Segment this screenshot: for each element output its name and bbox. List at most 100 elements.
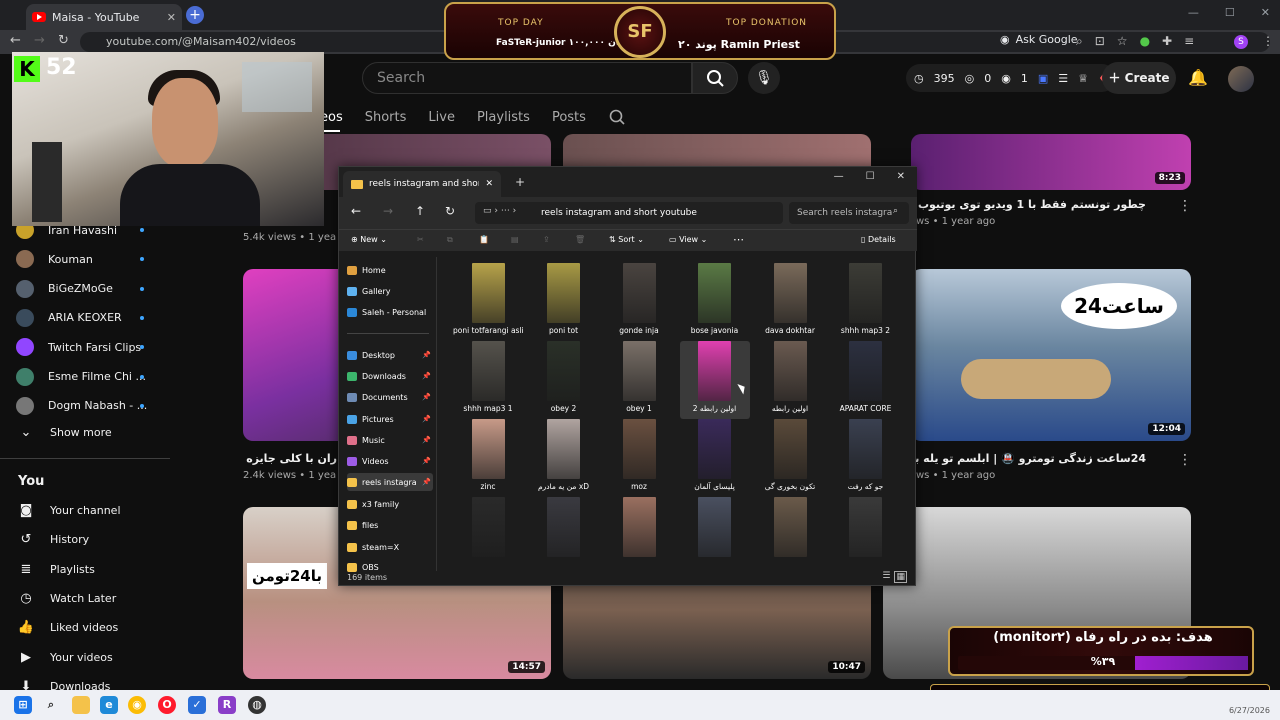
search-input[interactable]: Search	[362, 62, 692, 94]
browser-profile-avatar[interactable]: S	[1234, 35, 1248, 49]
more-options-icon[interactable]: ⋮	[1178, 198, 1192, 214]
nav-item[interactable]: Gallery	[347, 282, 433, 300]
tile-view-icon[interactable]: ▦	[894, 571, 907, 583]
file-item[interactable]: اولین رابطه	[755, 341, 825, 419]
file-item[interactable]: shhh map3 1	[453, 341, 523, 419]
sidebar-item-subscription[interactable]: Kouman	[16, 250, 93, 269]
new-button[interactable]: ⊕ New ⌄	[351, 235, 387, 244]
reading-list-icon[interactable]: ≡	[1184, 34, 1194, 49]
extensions-puzzle-icon[interactable]: ✚	[1162, 34, 1172, 49]
cut-icon[interactable]: ✂	[417, 235, 424, 244]
extension-green-icon[interactable]: ●	[1140, 34, 1150, 49]
more-options-icon[interactable]: ⋯	[733, 233, 744, 246]
nav-item[interactable]: Downloads 📌	[347, 367, 433, 385]
file-item[interactable]: APARAT CORE	[831, 341, 901, 419]
file-item[interactable]: dava dokhtar	[755, 263, 825, 341]
file-item[interactable]: obey 1	[604, 341, 674, 419]
nav-item[interactable]: Videos 📌	[347, 452, 433, 470]
nav-item[interactable]: files	[347, 516, 433, 534]
file-item[interactable]: bose javonia	[680, 263, 750, 341]
sidebar-item-history[interactable]: ↺ History	[16, 532, 90, 547]
sidebar-item-your-videos[interactable]: ▶ Your videos	[16, 650, 113, 665]
show-more-button[interactable]: ⌄ Show more	[16, 425, 112, 440]
file-item[interactable]: zinc	[453, 419, 523, 497]
share-icon[interactable]: ⇪	[543, 235, 550, 244]
search-button[interactable]	[692, 62, 738, 94]
zoom-icon[interactable]: ⌕	[1076, 34, 1083, 49]
search-icon[interactable]: ⌕	[42, 696, 60, 714]
trophy-icon[interactable]: ♕	[1078, 72, 1088, 85]
file-item[interactable]: obey 2	[529, 341, 599, 419]
edge-icon[interactable]: e	[100, 696, 118, 714]
opera-icon[interactable]: O	[158, 696, 176, 714]
more-options-icon[interactable]: ⋮	[1178, 452, 1192, 468]
avatar[interactable]	[1228, 66, 1254, 92]
close-window-icon[interactable]: ✕	[1261, 6, 1270, 19]
video-thumbnail[interactable]: 8:23	[911, 134, 1191, 190]
sidebar-item-subscription[interactable]: Dogm Nabash - ...	[16, 396, 147, 415]
browser-tab[interactable]: Maisa - YouTube ✕	[26, 4, 182, 30]
file-item[interactable]: پلیسای آلمان	[680, 419, 750, 497]
app-r-icon[interactable]: R	[218, 696, 236, 714]
up-arrow-icon[interactable]: ↑	[415, 204, 425, 218]
explorer-new-tab-icon[interactable]: +	[515, 175, 525, 189]
nav-item[interactable]: Pictures 📌	[347, 410, 433, 428]
file-item[interactable]	[680, 497, 750, 569]
back-arrow-icon[interactable]: ←	[351, 204, 361, 218]
maximize-icon[interactable]: ☐	[1225, 6, 1235, 19]
file-item[interactable]: shhh map3 2	[831, 263, 901, 341]
tab-playlists[interactable]: Playlists	[477, 110, 530, 125]
nav-item[interactable]: reels instagra 📌	[347, 473, 433, 491]
delete-icon[interactable]: 🗑	[575, 235, 585, 244]
file-item[interactable]	[453, 497, 523, 569]
nav-item[interactable]: Saleh - Personal	[347, 303, 433, 321]
rename-icon[interactable]: ▤	[511, 235, 519, 244]
install-icon[interactable]: ⊡	[1095, 34, 1105, 49]
widget-icon[interactable]: ▣	[1038, 72, 1048, 85]
file-item[interactable]	[831, 497, 901, 569]
sidebar-item-watch-later[interactable]: ◷ Watch Later	[16, 591, 116, 606]
nav-item[interactable]: steam=X	[347, 538, 433, 556]
file-item[interactable]: poni tot	[529, 263, 599, 341]
copy-icon[interactable]: ⧉	[447, 235, 453, 245]
notifications-bell-icon[interactable]: 🔔	[1188, 68, 1208, 87]
video-title[interactable]: 24ساعت زندگی تومترو 🚇 | ابلسم تو یله برق…	[916, 452, 1146, 465]
windows-start-icon[interactable]: ⊞	[14, 696, 32, 714]
refresh-icon[interactable]: ↻	[445, 204, 455, 218]
file-item[interactable]: moz	[604, 419, 674, 497]
file-item[interactable]: gonde inja	[604, 263, 674, 341]
chrome-icon[interactable]: ◉	[128, 696, 146, 714]
file-item[interactable]	[529, 497, 599, 569]
sidebar-item-subscription[interactable]: ARIA KEOXER	[16, 308, 122, 327]
app-check-icon[interactable]: ✓	[188, 696, 206, 714]
voice-search-button[interactable]: 🎙	[748, 62, 780, 94]
new-tab-button[interactable]: +	[186, 6, 204, 24]
tab-shorts[interactable]: Shorts	[365, 110, 407, 125]
tab-posts[interactable]: Posts	[552, 110, 586, 125]
ask-google-button[interactable]: ◉ Ask Google	[1000, 33, 1078, 46]
explorer-tab[interactable]: reels instagram and short you ✕	[343, 171, 501, 197]
sidebar-item-liked-videos[interactable]: 👍 Liked videos	[16, 620, 118, 635]
nav-item[interactable]: Documents 📌	[347, 388, 433, 406]
list-icon[interactable]: ☰	[1058, 72, 1068, 85]
paste-icon[interactable]: 📋	[479, 235, 489, 244]
forward-arrow-icon[interactable]: →	[34, 33, 45, 48]
list-view-icon[interactable]: ☰	[882, 571, 890, 583]
file-item[interactable]	[755, 497, 825, 569]
tab-live[interactable]: Live	[428, 110, 455, 125]
sidebar-item-subscription[interactable]: Esme Filme Chi ...	[16, 367, 146, 386]
sidebar-item-channel[interactable]: ◙ Your channel	[16, 503, 121, 518]
nav-item[interactable]: Desktop 📌	[347, 346, 433, 364]
reload-icon[interactable]: ↻	[58, 33, 69, 48]
video-thumbnail[interactable]: ساعت24 12:04	[911, 269, 1191, 441]
back-arrow-icon[interactable]: ←	[10, 33, 21, 48]
video-title[interactable]: چطور تونستم فقط با 1 ویدیو توی یوتیوب به…	[916, 198, 1146, 211]
sidebar-item-subscription[interactable]: Twitch Farsi Clips	[16, 338, 141, 357]
nav-item[interactable]: x3 family	[347, 495, 433, 513]
file-explorer-icon[interactable]	[72, 696, 90, 714]
sort-button[interactable]: ⇅ Sort ⌄	[609, 235, 644, 244]
nav-item[interactable]: Home	[347, 261, 433, 279]
create-button[interactable]: ＋ Create	[1102, 62, 1176, 94]
minimize-icon[interactable]: —	[1188, 6, 1199, 19]
close-icon[interactable]: ✕	[485, 179, 493, 189]
